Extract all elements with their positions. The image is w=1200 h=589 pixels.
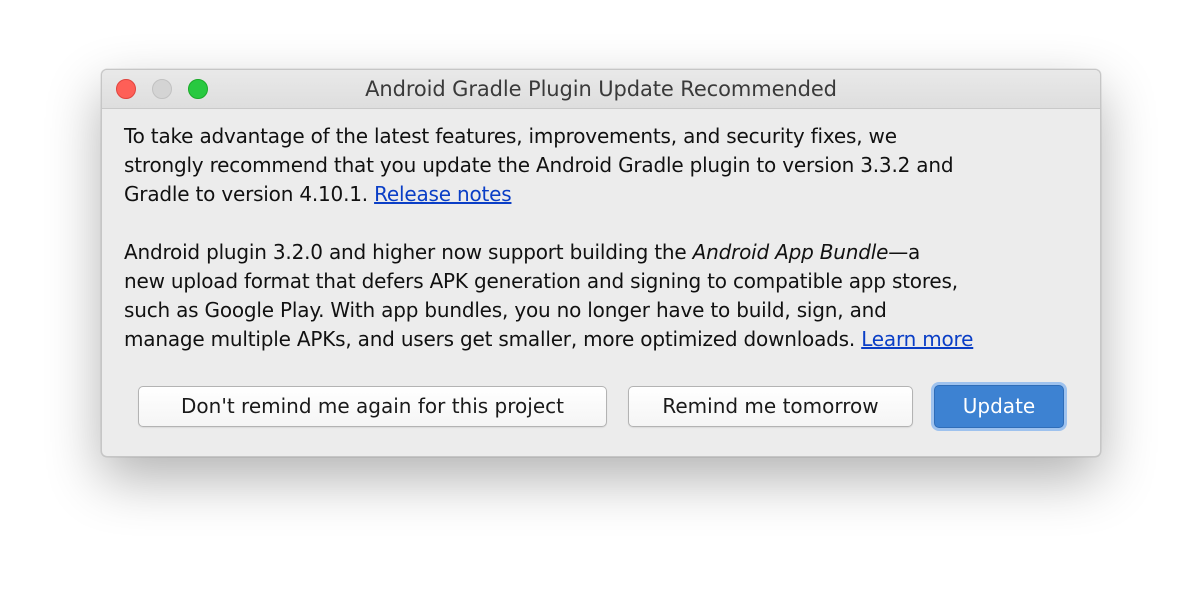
message-body: To take advantage of the latest features… bbox=[124, 122, 1084, 354]
message-line: new upload format that defers APK genera… bbox=[124, 269, 958, 293]
message-line: such as Google Play. With app bundles, y… bbox=[124, 298, 887, 322]
window-title: Android Gradle Plugin Update Recommended bbox=[365, 77, 837, 101]
learn-more-link[interactable]: Learn more bbox=[861, 327, 973, 351]
remind-tomorrow-button[interactable]: Remind me tomorrow bbox=[628, 386, 913, 427]
message-line: strongly recommend that you update the A… bbox=[124, 153, 954, 177]
message-text: Gradle to version 4.10.1. bbox=[124, 182, 375, 206]
update-dialog: Android Gradle Plugin Update Recommended… bbox=[101, 69, 1101, 457]
message-text: Android plugin 3.2.0 and higher now supp… bbox=[124, 240, 693, 264]
release-notes-link[interactable]: Release notes bbox=[374, 182, 512, 206]
message-line: Android plugin 3.2.0 and higher now supp… bbox=[124, 238, 1084, 267]
message-line: To take advantage of the latest features… bbox=[124, 124, 897, 148]
app-bundle-emphasis: Android App Bundle bbox=[692, 240, 889, 264]
message-line: manage multiple APKs, and users get smal… bbox=[124, 325, 1084, 354]
update-button[interactable]: Update bbox=[934, 385, 1064, 428]
title-bar[interactable]: Android Gradle Plugin Update Recommended bbox=[102, 70, 1100, 109]
message-text: manage multiple APKs, and users get smal… bbox=[124, 327, 862, 351]
message-text: —a bbox=[888, 240, 921, 264]
message-line: Gradle to version 4.10.1. Release notes bbox=[124, 180, 1084, 209]
dont-remind-button[interactable]: Don't remind me again for this project bbox=[138, 386, 607, 427]
